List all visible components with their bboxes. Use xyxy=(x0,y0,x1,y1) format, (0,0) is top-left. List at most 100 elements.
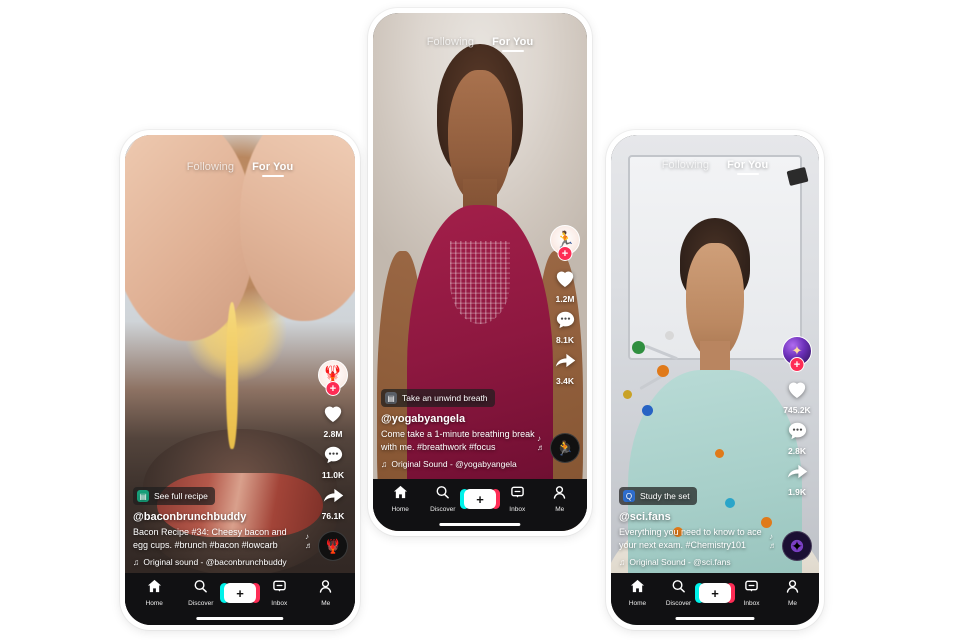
person-icon xyxy=(552,485,567,504)
tab-following[interactable]: Following xyxy=(662,159,709,175)
floating-music-notes: ♪ ♬ xyxy=(537,434,545,453)
like-count: 1.2M xyxy=(555,294,575,305)
chip-label: See full recipe xyxy=(154,491,208,502)
inbox-icon xyxy=(510,485,525,504)
nav-inbox-label: Inbox xyxy=(271,600,288,607)
search-icon xyxy=(671,579,686,598)
creator-handle[interactable]: @yogabyangela xyxy=(381,413,535,425)
comment-icon xyxy=(323,445,344,469)
nav-me-label: Me xyxy=(321,600,331,607)
inbox-icon xyxy=(744,579,759,598)
nav-discover-label: Discover xyxy=(430,506,456,513)
video-description: Come take a 1-minute breathing break wit… xyxy=(381,429,535,453)
bottom-nav-yoga: Home Discover + Inbox Me xyxy=(373,479,587,531)
music-note-icon: ♫ xyxy=(381,459,388,469)
tab-for-you-label: For You xyxy=(727,158,769,171)
comment-button-recipe[interactable]: 11.0K xyxy=(322,445,344,480)
tab-for-you-label: For You xyxy=(492,36,534,49)
take-unwind-breath-chip[interactable]: ▤ Take an unwind breath xyxy=(381,389,495,408)
tab-following[interactable]: Following xyxy=(427,36,474,52)
like-button-yoga[interactable]: 1.2M xyxy=(554,268,576,304)
share-button-recipe[interactable]: 76.1K xyxy=(322,486,345,521)
nav-home[interactable]: Home xyxy=(131,579,178,607)
runner-avatar[interactable]: + xyxy=(550,225,580,262)
nav-me[interactable]: Me xyxy=(539,485,582,513)
comment-button-yoga[interactable]: 8.1K xyxy=(555,310,576,345)
share-arrow-icon xyxy=(786,462,809,486)
tab-for-you[interactable]: For You xyxy=(252,161,293,177)
sound-label: Original sound - @baconbrunchbuddy xyxy=(143,557,287,567)
phone-mockup-recipe: Following For You + 2.8M 11.0K xyxy=(120,130,360,630)
like-count: 2.8M xyxy=(323,429,343,440)
comment-count: 8.1K xyxy=(556,335,574,346)
search-icon xyxy=(435,485,450,504)
nav-inbox[interactable]: Inbox xyxy=(256,579,303,607)
molecule-atom-white xyxy=(665,331,675,340)
like-button-science[interactable]: 745.2K xyxy=(783,379,811,415)
molecule-atom-orange-4 xyxy=(715,448,724,458)
heart-icon xyxy=(786,379,808,404)
nav-home[interactable]: Home xyxy=(617,579,658,607)
comment-count: 2.8K xyxy=(788,445,806,456)
sound-row[interactable]: ♫ Original Sound - @yogabyangela xyxy=(381,459,535,469)
tab-for-you[interactable]: For You xyxy=(727,159,768,175)
sound-row[interactable]: ♫ Original sound - @baconbrunchbuddy xyxy=(133,557,303,567)
music-note-icon: ♫ xyxy=(133,557,140,567)
follow-plus-icon[interactable]: + xyxy=(789,356,805,372)
share-button-science[interactable]: 1.9K xyxy=(786,462,809,497)
comment-button-science[interactable]: 2.8K xyxy=(787,421,808,456)
nav-inbox[interactable]: Inbox xyxy=(496,485,539,513)
create-button[interactable]: + xyxy=(695,583,735,603)
sound-label: Original Sound - @yogabyangela xyxy=(391,459,517,469)
create-button[interactable]: + xyxy=(220,583,260,603)
caption-recipe: ▤ See full recipe @baconbrunchbuddy Baco… xyxy=(133,486,303,567)
crab-avatar[interactable]: + xyxy=(318,360,348,397)
follow-plus-icon[interactable]: + xyxy=(325,381,341,397)
home-icon xyxy=(630,579,645,598)
follow-plus-icon[interactable]: + xyxy=(557,246,573,262)
music-disc-science[interactable]: ✦ xyxy=(782,531,812,561)
nav-me-label: Me xyxy=(555,506,565,513)
nav-me[interactable]: Me xyxy=(303,579,350,607)
share-arrow-icon xyxy=(554,351,577,375)
sound-label: Original Sound - @sci.fans xyxy=(629,557,731,567)
music-disc-recipe[interactable]: 🦞 xyxy=(318,531,348,561)
create-plus-label: + xyxy=(476,491,484,507)
inbox-icon xyxy=(272,579,287,598)
nav-home[interactable]: Home xyxy=(379,485,422,513)
home-indicator xyxy=(675,617,755,620)
creator-handle[interactable]: @sci.fans xyxy=(619,511,767,523)
nav-discover[interactable]: Discover xyxy=(178,579,225,607)
search-icon xyxy=(193,579,208,598)
egg-yolk-drip xyxy=(226,301,238,449)
see-full-recipe-chip[interactable]: ▤ See full recipe xyxy=(133,487,215,506)
create-button[interactable]: + xyxy=(460,489,500,509)
nav-discover[interactable]: Discover xyxy=(658,579,699,607)
chip-label: Take an unwind breath xyxy=(402,393,488,404)
home-icon xyxy=(147,579,162,598)
nav-inbox[interactable]: Inbox xyxy=(731,579,772,607)
study-icon: Q xyxy=(623,490,635,503)
top-tabs-science: Following For You xyxy=(611,135,819,199)
chip-label: Study the set xyxy=(640,491,690,502)
phone-mockup-science: Following For You + 745.2K 2.8K xyxy=(606,130,824,630)
creator-handle[interactable]: @baconbrunchbuddy xyxy=(133,511,303,523)
tab-following[interactable]: Following xyxy=(187,161,234,177)
study-the-set-chip[interactable]: Q Study the set xyxy=(619,487,697,506)
nav-me[interactable]: Me xyxy=(772,579,813,607)
sound-row[interactable]: ♫ Original Sound - @sci.fans xyxy=(619,557,767,567)
create-plus-label: + xyxy=(236,585,244,601)
share-button-yoga[interactable]: 3.4K xyxy=(554,351,577,386)
comment-icon xyxy=(555,310,576,334)
share-count: 1.9K xyxy=(788,486,806,497)
like-button-recipe[interactable]: 2.8M xyxy=(322,403,344,439)
nav-discover[interactable]: Discover xyxy=(422,485,465,513)
share-count: 76.1K xyxy=(321,511,345,522)
galaxy-avatar[interactable]: + xyxy=(782,335,812,372)
tab-for-you[interactable]: For You xyxy=(492,36,533,52)
phone-screen-yoga: Following For You + 1.2M 8.1K xyxy=(373,13,587,531)
tab-for-you-label: For You xyxy=(252,161,294,174)
share-count: 3.4K xyxy=(556,376,574,387)
music-disc-yoga[interactable]: 🏃 xyxy=(550,433,580,463)
like-count: 745.2K xyxy=(783,404,811,415)
